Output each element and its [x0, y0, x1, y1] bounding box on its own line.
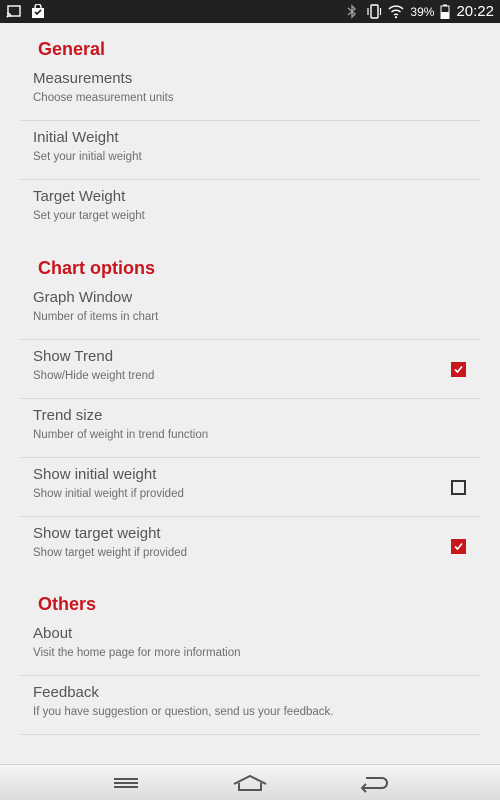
setting-subtitle: Set your target weight — [33, 210, 145, 222]
setting-title: Measurements — [33, 70, 133, 87]
setting-show-trend[interactable]: Show Trend Show/Hide weight trend — [20, 341, 480, 399]
bluetooth-icon — [347, 4, 357, 19]
status-left-icons — [6, 4, 46, 19]
setting-subtitle: Show target weight if provided — [33, 547, 188, 559]
setting-subtitle: Visit the home page for more information — [33, 647, 241, 659]
show-initial-weight-checkbox[interactable] — [451, 480, 466, 495]
setting-title: Show target weight — [33, 525, 161, 542]
back-icon — [360, 777, 388, 793]
cast-icon — [6, 5, 21, 18]
vibrate-icon — [367, 4, 382, 19]
setting-title: Graph Window — [33, 289, 133, 306]
checkmark-icon — [454, 542, 463, 551]
setting-title: Trend size — [33, 407, 103, 424]
setting-trend-size[interactable]: Trend size Number of weight in trend fun… — [20, 400, 480, 458]
setting-show-initial-weight[interactable]: Show initial weight Show initial weight … — [20, 459, 480, 517]
setting-subtitle: Set your initial weight — [33, 151, 142, 163]
wifi-icon — [388, 5, 404, 19]
status-right-icons: 39% 20:22 — [344, 0, 494, 23]
show-target-weight-checkbox[interactable] — [451, 539, 466, 554]
status-clock: 20:22 — [456, 3, 494, 20]
section-header-general: General — [38, 39, 106, 59]
setting-about[interactable]: About Visit the home page for more infor… — [20, 618, 480, 676]
setting-graph-window[interactable]: Graph Window Number of items in chart — [20, 282, 480, 340]
menu-button[interactable] — [106, 771, 146, 795]
section-header-chart-options: Chart options — [38, 258, 155, 278]
checkmark-icon — [454, 365, 463, 374]
navigation-bar — [0, 764, 500, 800]
setting-subtitle: If you have suggestion or question, send… — [33, 706, 334, 718]
home-button[interactable] — [230, 771, 270, 795]
back-button[interactable] — [354, 771, 394, 795]
setting-feedback[interactable]: Feedback If you have suggestion or quest… — [20, 677, 480, 735]
setting-subtitle: Choose measurement units — [33, 92, 174, 104]
setting-subtitle: Number of weight in trend function — [33, 429, 209, 441]
setting-title: Show Trend — [33, 348, 114, 365]
setting-subtitle: Show initial weight if provided — [33, 488, 184, 500]
setting-title: Feedback — [33, 684, 99, 701]
setting-measurements[interactable]: Measurements Choose measurement units — [20, 63, 480, 121]
setting-title: Show initial weight — [33, 466, 157, 483]
setting-initial-weight[interactable]: Initial Weight Set your initial weight — [20, 122, 480, 180]
show-trend-checkbox[interactable] — [451, 362, 466, 377]
shopping-bag-icon — [32, 4, 44, 18]
section-header-others: Others — [38, 594, 97, 614]
setting-subtitle: Number of items in chart — [33, 311, 159, 323]
battery-icon — [440, 4, 450, 19]
battery-percent: 39% — [410, 4, 435, 19]
setting-title: Initial Weight — [33, 129, 119, 146]
setting-subtitle: Show/Hide weight trend — [33, 370, 155, 382]
setting-title: About — [33, 625, 73, 642]
setting-show-target-weight[interactable]: Show target weight Show target weight if… — [20, 518, 480, 576]
settings-list: General Measurements Choose measurement … — [0, 23, 500, 764]
home-icon — [233, 774, 267, 791]
setting-title: Target Weight — [33, 188, 126, 205]
status-bar: 39% 20:22 — [0, 0, 500, 23]
setting-target-weight[interactable]: Target Weight Set your target weight — [20, 181, 480, 239]
menu-icon — [114, 778, 138, 788]
